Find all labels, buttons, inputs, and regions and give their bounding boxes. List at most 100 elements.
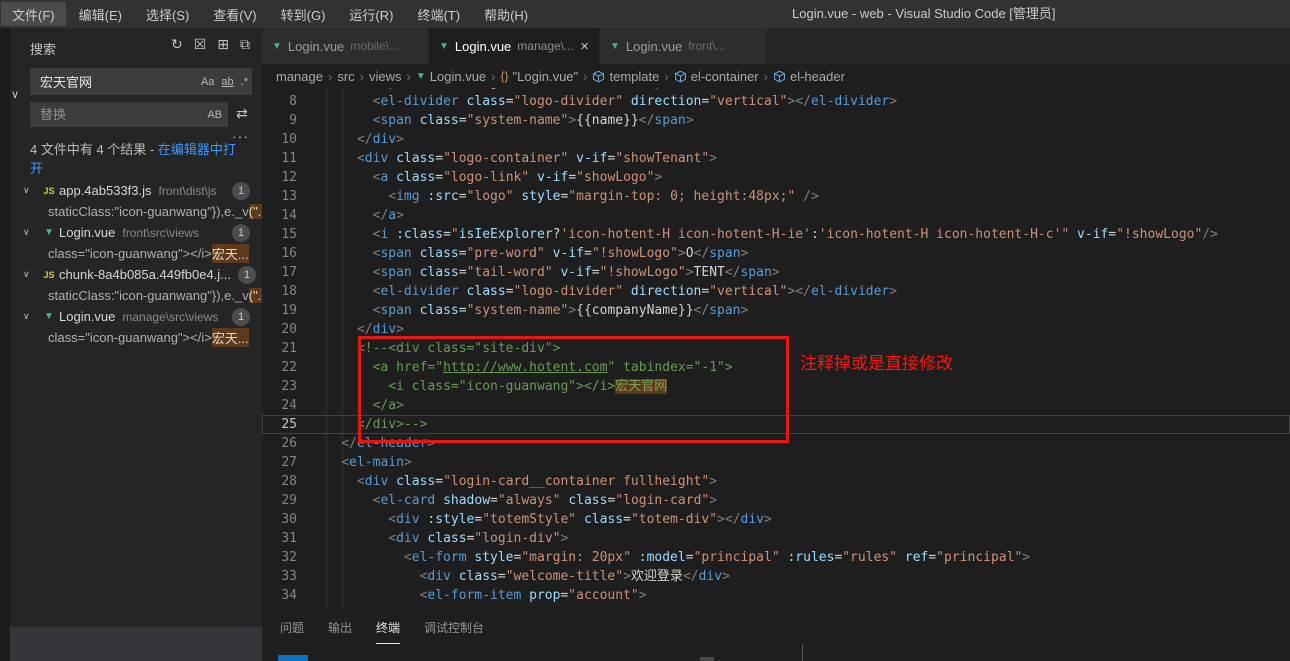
code-line[interactable]: 10 </div> xyxy=(262,130,1290,149)
line-number: 34 xyxy=(262,586,310,605)
breadcrumb-el-header[interactable]: el-header xyxy=(773,69,845,84)
breadcrumb-el-container[interactable]: el-container xyxy=(674,69,759,84)
code-line[interactable]: 34 <el-form-item prop="account"> xyxy=(262,586,1290,605)
code-line[interactable]: 30 <div :style="totemStyle" class="totem… xyxy=(262,510,1290,529)
breadcrumb-views[interactable]: views xyxy=(369,69,402,84)
toggle-replace-chevron-icon[interactable]: ∨ xyxy=(11,88,19,101)
breadcrumb-src[interactable]: src xyxy=(337,69,354,84)
code-line[interactable]: 12 <a class="logo-link" v-if="showLogo"> xyxy=(262,168,1290,187)
breadcrumb-manage[interactable]: manage xyxy=(276,69,323,84)
menu-file[interactable]: 文件(F) xyxy=(1,2,66,26)
line-number: 18 xyxy=(262,282,310,301)
chevron-down-icon[interactable]: ∨ xyxy=(23,269,39,280)
preserve-case-icon[interactable]: AB xyxy=(207,109,222,121)
panel-tab-output[interactable]: 输出 xyxy=(328,619,352,644)
menu-go[interactable]: 转到(G) xyxy=(270,2,337,26)
code-line[interactable]: 8 <el-divider class="logo-divider" direc… xyxy=(262,92,1290,111)
symbol-cube-icon xyxy=(773,70,786,83)
match-highlight: 宏天... xyxy=(212,244,249,263)
panel-tab-problems[interactable]: 问题 xyxy=(280,619,304,644)
result-match-row[interactable]: class="icon-guanwang"></i>宏天... xyxy=(10,327,262,348)
code-text: <div class="login-card__container fullhe… xyxy=(310,472,717,491)
result-match-row[interactable]: class="icon-guanwang"></i>宏天... xyxy=(10,243,262,264)
menu-run[interactable]: 运行(R) xyxy=(338,2,404,26)
tab-login-vue-manage[interactable]: ▼ Login.vue manage\... × xyxy=(429,28,599,64)
menu-edit[interactable]: 编辑(E) xyxy=(68,2,133,26)
menu-terminal[interactable]: 终端(T) xyxy=(406,2,471,26)
line-number: 33 xyxy=(262,567,310,586)
vue-file-icon: ▼ xyxy=(272,41,282,52)
code-text: <el-form style="margin: 20px" :model="pr… xyxy=(310,548,1030,567)
whole-word-icon[interactable]: ab xyxy=(221,76,233,88)
code-text: <el-card shadow="always" class="login-ca… xyxy=(310,491,717,510)
result-match-row[interactable]: staticClass:"icon-guanwang"}),e._v("... xyxy=(10,201,262,222)
match-text: class="icon-guanwang"></i> xyxy=(48,246,212,261)
code-editor[interactable]: 7 <span class="logo-word" href="#"></spa… xyxy=(262,88,1290,608)
code-line[interactable]: 18 <el-divider class="logo-divider" dire… xyxy=(262,282,1290,301)
annotation-red-box xyxy=(358,336,789,443)
code-line[interactable]: 28 <div class="login-card__container ful… xyxy=(262,472,1290,491)
chevron-down-icon[interactable]: ∨ xyxy=(23,185,39,196)
result-file-row[interactable]: ∨ ▼ Login.vue front\src\views 1 xyxy=(10,222,262,243)
code-line[interactable]: 13 <img :src="logo" style="margin-top: 0… xyxy=(262,187,1290,206)
open-in-editor-icon[interactable]: ⧉ xyxy=(240,36,250,53)
regex-icon[interactable]: .* xyxy=(241,76,248,88)
js-file-icon: JS xyxy=(39,186,59,196)
breadcrumb-separator: › xyxy=(328,69,332,84)
chevron-down-icon[interactable]: ∨ xyxy=(23,227,39,238)
result-file-row[interactable]: ∨ JS chunk-8a4b085a.449fb0e4.j... 1 xyxy=(10,264,262,285)
clear-search-results-icon[interactable]: ☒ xyxy=(194,36,207,53)
code-line[interactable]: 33 <div class="welcome-title">欢迎登录</div> xyxy=(262,567,1290,586)
code-line[interactable]: 29 <el-card shadow="always" class="login… xyxy=(262,491,1290,510)
code-line[interactable]: 16 <span class="pre-word" v-if="!showLog… xyxy=(262,244,1290,263)
breadcrumb-template[interactable]: template xyxy=(592,69,659,84)
panel-tab-debug-console[interactable]: 调试控制台 xyxy=(424,619,484,644)
breadcrumb-symbol-login-vue[interactable]: {}"Login.vue" xyxy=(501,69,579,84)
chevron-down-icon[interactable]: ∨ xyxy=(23,311,39,322)
vue-file-icon: ▼ xyxy=(610,41,620,52)
refresh-icon[interactable]: ↻ xyxy=(171,36,183,53)
vue-file-icon: ▼ xyxy=(39,311,59,322)
terminal-selection-block xyxy=(278,655,308,661)
code-line[interactable]: 32 <el-form style="margin: 20px" :model=… xyxy=(262,548,1290,567)
result-file-row[interactable]: ∨ JS app.4ab533f3.js front\dist\js 1 xyxy=(10,180,262,201)
line-number: 13 xyxy=(262,187,310,206)
breadcrumb-label: "Login.vue" xyxy=(513,69,579,84)
panel-splitter[interactable] xyxy=(802,644,803,661)
result-file-row[interactable]: ∨ ▼ Login.vue manage\src\views 1 xyxy=(10,306,262,327)
search-sidebar: 搜索 ↻ ☒ ⊞ ⧉ ∨ Aa ab .* AB ⇄ ··· 4 文件中有 4 … xyxy=(10,28,262,661)
breadcrumb-separator: › xyxy=(407,69,411,84)
match-case-icon[interactable]: Aa xyxy=(201,76,214,88)
replace-all-icon[interactable]: ⇄ xyxy=(236,105,248,122)
match-highlight: 宏天... xyxy=(212,328,249,347)
search-input[interactable] xyxy=(38,73,201,90)
code-line[interactable]: 19 <span class="system-name">{{companyNa… xyxy=(262,301,1290,320)
menu-help[interactable]: 帮助(H) xyxy=(473,2,539,26)
result-match-row[interactable]: staticClass:"icon-guanwang"}),e._v("... xyxy=(10,285,262,306)
breadcrumb-login-vue[interactable]: ▼Login.vue xyxy=(416,69,486,84)
close-icon[interactable]: × xyxy=(580,38,589,55)
search-panel-title: 搜索 xyxy=(30,39,56,58)
menu-view[interactable]: 查看(V) xyxy=(202,2,267,26)
tab-login-vue-mobile[interactable]: ▼ Login.vue mobile\... xyxy=(262,28,428,64)
code-text: <img :src="logo" style="margin-top: 0; h… xyxy=(310,187,819,206)
replace-box: AB xyxy=(30,102,228,127)
code-line[interactable]: 15 <i :class="isIeExplorer?'icon-hotent-… xyxy=(262,225,1290,244)
code-line[interactable]: 17 <span class="tail-word" v-if="!showLo… xyxy=(262,263,1290,282)
code-line[interactable]: 31 <div class="login-div"> xyxy=(262,529,1290,548)
menu-selection[interactable]: 选择(S) xyxy=(135,2,200,26)
match-text: staticClass:"icon-guanwang"}),e._v xyxy=(48,288,249,303)
tab-login-vue-front[interactable]: ▼ Login.vue front\... xyxy=(600,28,766,64)
search-box: Aa ab .* xyxy=(30,68,252,95)
code-line[interactable]: 9 <span class="system-name">{{name}}</sp… xyxy=(262,111,1290,130)
line-number: 31 xyxy=(262,529,310,548)
code-text: <el-divider class="logo-divider" directi… xyxy=(310,92,897,111)
code-line[interactable]: 27 <el-main> xyxy=(262,453,1290,472)
code-text: <span class="tail-word" v-if="!showLogo"… xyxy=(310,263,780,282)
file-name: Login.vue xyxy=(59,309,115,324)
code-line[interactable]: 11 <div class="logo-container" v-if="sho… xyxy=(262,149,1290,168)
open-new-search-editor-icon[interactable]: ⊞ xyxy=(217,36,229,53)
code-line[interactable]: 14 </a> xyxy=(262,206,1290,225)
panel-tab-terminal[interactable]: 终端 xyxy=(376,619,400,644)
replace-input[interactable] xyxy=(38,106,207,123)
